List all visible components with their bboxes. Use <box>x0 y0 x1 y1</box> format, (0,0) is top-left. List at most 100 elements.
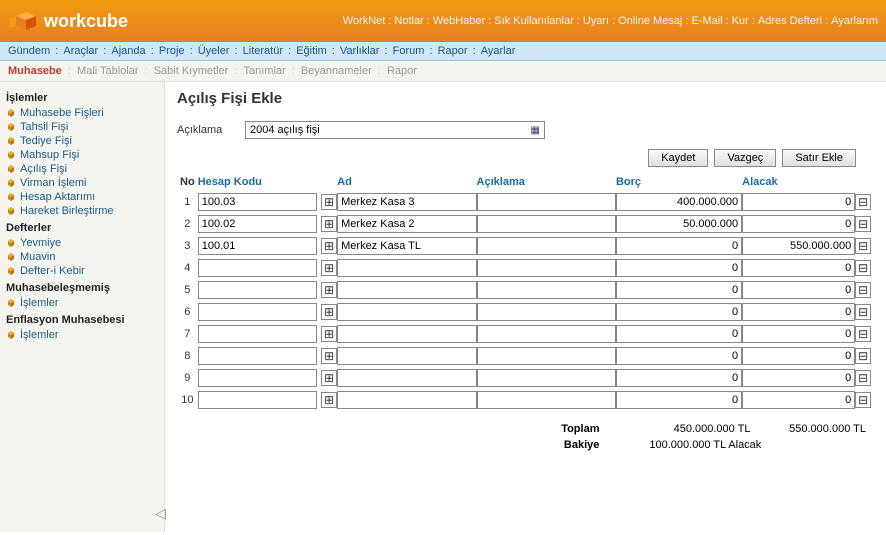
calendar-icon[interactable]: ▦ <box>527 125 544 136</box>
lookup-icon[interactable] <box>321 370 337 386</box>
lookup-icon[interactable] <box>321 348 337 364</box>
borc-input[interactable] <box>616 237 742 255</box>
menu-item[interactable]: Proje <box>159 45 185 57</box>
alacak-input[interactable] <box>742 369 855 387</box>
header-link[interactable]: Kur <box>732 15 749 27</box>
aciklama-input[interactable] <box>477 347 616 365</box>
sidebar-item[interactable]: Defter-i Kebir <box>4 264 160 278</box>
lookup-icon[interactable] <box>321 194 337 210</box>
menu-item[interactable]: Forum <box>393 45 425 57</box>
hesap-input[interactable] <box>198 347 317 365</box>
hesap-input[interactable] <box>198 303 317 321</box>
aciklama-input[interactable] <box>477 193 616 211</box>
sidebar-item[interactable]: Açılış Fişi <box>4 162 160 176</box>
alacak-input[interactable] <box>742 193 855 211</box>
menu-item[interactable]: Gündem <box>8 45 50 57</box>
borc-input[interactable] <box>616 369 742 387</box>
header-link[interactable]: Ayarlarım <box>831 15 878 27</box>
aciklama-input[interactable] <box>477 391 616 409</box>
header-link[interactable]: Sık Kullanılanlar <box>494 15 574 27</box>
lookup-icon[interactable] <box>321 392 337 408</box>
borc-input[interactable] <box>616 281 742 299</box>
menu-item[interactable]: Üyeler <box>198 45 230 57</box>
submenu-item[interactable]: Sabit Kıymetler <box>154 65 229 77</box>
ad-input[interactable] <box>337 237 476 255</box>
ad-input[interactable] <box>337 325 476 343</box>
hesap-input[interactable] <box>198 369 317 387</box>
sidebar-item[interactable]: Yevmiye <box>4 236 160 250</box>
lookup-icon[interactable] <box>321 282 337 298</box>
sidebar-collapse-icon[interactable]: ◁ <box>155 505 166 522</box>
submenu-item[interactable]: Beyannameler <box>301 65 372 77</box>
lookup-icon[interactable] <box>321 260 337 276</box>
lookup-icon[interactable] <box>321 304 337 320</box>
ad-input[interactable] <box>337 281 476 299</box>
menu-item[interactable]: Rapor <box>438 45 468 57</box>
sidebar-item[interactable]: Mahsup Fişi <box>4 148 160 162</box>
header-link[interactable]: E-Mail <box>691 15 722 27</box>
delete-row-icon[interactable] <box>855 392 871 408</box>
ad-input[interactable] <box>337 391 476 409</box>
hesap-input[interactable] <box>198 325 317 343</box>
borc-input[interactable] <box>616 303 742 321</box>
header-link[interactable]: WebHaber <box>433 15 485 27</box>
header-link[interactable]: WorkNet <box>343 15 386 27</box>
delete-row-icon[interactable] <box>855 348 871 364</box>
aciklama-input[interactable] <box>477 303 616 321</box>
ad-input[interactable] <box>337 303 476 321</box>
delete-row-icon[interactable] <box>855 216 871 232</box>
alacak-input[interactable] <box>742 325 855 343</box>
sidebar-item[interactable]: İşlemler <box>4 296 160 310</box>
delete-row-icon[interactable] <box>855 194 871 210</box>
aciklama-input[interactable] <box>477 259 616 277</box>
borc-input[interactable] <box>616 347 742 365</box>
sidebar-item[interactable]: Virman İşlemi <box>4 176 160 190</box>
alacak-input[interactable] <box>742 259 855 277</box>
sidebar-item[interactable]: Tediye Fişi <box>4 134 160 148</box>
desc-input[interactable] <box>246 122 527 138</box>
delete-row-icon[interactable] <box>855 282 871 298</box>
menu-item[interactable]: Araçlar <box>63 45 98 57</box>
menu-item[interactable]: Ayarlar <box>481 45 516 57</box>
submenu-item[interactable]: Rapor <box>387 65 417 77</box>
hesap-input[interactable] <box>198 259 317 277</box>
borc-input[interactable] <box>616 391 742 409</box>
hesap-input[interactable] <box>198 281 317 299</box>
delete-row-icon[interactable] <box>855 304 871 320</box>
alacak-input[interactable] <box>742 237 855 255</box>
cancel-button[interactable]: Vazgeç <box>714 149 776 167</box>
aciklama-input[interactable] <box>477 325 616 343</box>
save-button[interactable]: Kaydet <box>648 149 708 167</box>
ad-input[interactable] <box>337 369 476 387</box>
header-link[interactable]: Online Mesaj <box>618 15 682 27</box>
hesap-input[interactable] <box>198 391 317 409</box>
hesap-input[interactable] <box>198 215 317 233</box>
menu-item[interactable]: Eğitim <box>296 45 327 57</box>
aciklama-input[interactable] <box>477 237 616 255</box>
lookup-icon[interactable] <box>321 216 337 232</box>
delete-row-icon[interactable] <box>855 260 871 276</box>
submenu-item[interactable]: Mali Tablolar <box>77 65 139 77</box>
alacak-input[interactable] <box>742 215 855 233</box>
aciklama-input[interactable] <box>477 281 616 299</box>
aciklama-input[interactable] <box>477 215 616 233</box>
delete-row-icon[interactable] <box>855 370 871 386</box>
submenu-item[interactable]: Tanımlar <box>243 65 285 77</box>
delete-row-icon[interactable] <box>855 326 871 342</box>
sidebar-item[interactable]: Muhasebe Fişleri <box>4 106 160 120</box>
alacak-input[interactable] <box>742 347 855 365</box>
ad-input[interactable] <box>337 347 476 365</box>
hesap-input[interactable] <box>198 193 317 211</box>
menu-item[interactable]: Literatür <box>243 45 283 57</box>
sidebar-item[interactable]: İşlemler <box>4 328 160 342</box>
hesap-input[interactable] <box>198 237 317 255</box>
ad-input[interactable] <box>337 193 476 211</box>
sidebar-item[interactable]: Muavin <box>4 250 160 264</box>
header-link[interactable]: Adres Defteri <box>758 15 822 27</box>
submenu-active[interactable]: Muhasebe <box>8 65 62 77</box>
borc-input[interactable] <box>616 193 742 211</box>
sidebar-item[interactable]: Hesap Aktarımı <box>4 190 160 204</box>
borc-input[interactable] <box>616 325 742 343</box>
borc-input[interactable] <box>616 259 742 277</box>
header-link[interactable]: Uyarı <box>583 15 609 27</box>
